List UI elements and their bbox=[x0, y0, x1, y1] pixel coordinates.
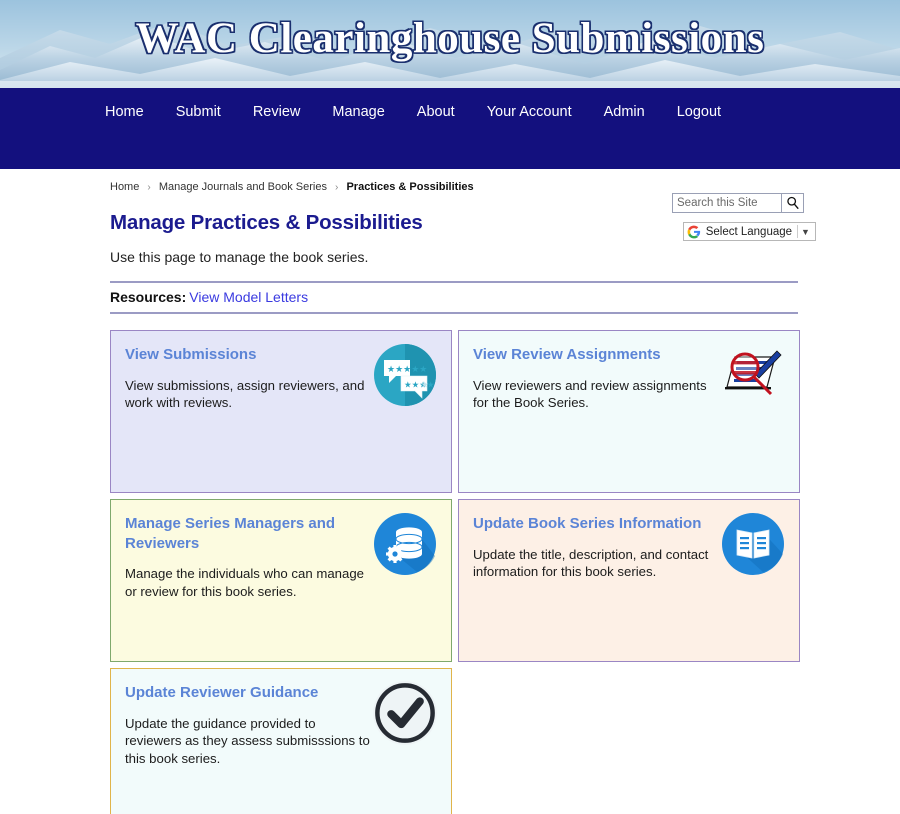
card-description: Update the guidance provided to reviewer… bbox=[125, 715, 370, 767]
search-button[interactable] bbox=[782, 193, 804, 213]
svg-text:★★★★★: ★★★★★ bbox=[387, 365, 427, 375]
card-view-submissions[interactable]: View Submissions View submissions, assig… bbox=[110, 330, 452, 493]
site-search bbox=[672, 193, 804, 213]
card-description: View reviewers and review assignments fo… bbox=[473, 377, 707, 411]
card-view-review-assignments[interactable]: View Review Assignments View reviewers a… bbox=[458, 330, 800, 493]
nav-item-admin[interactable]: Admin bbox=[588, 104, 661, 120]
main-navigation-bar: Home Submit Review Manage About Your Acc… bbox=[0, 88, 900, 241]
card-title: Update Reviewer Guidance bbox=[125, 684, 319, 701]
page-content: Home › Manage Journals and Book Series ›… bbox=[0, 181, 900, 814]
open-book-icon bbox=[722, 513, 784, 575]
nav-item-submit[interactable]: Submit bbox=[160, 104, 237, 120]
svg-text:★★★★: ★★★★ bbox=[404, 381, 435, 391]
language-select[interactable]: Select Language ▼ bbox=[682, 222, 816, 241]
breadcrumb-separator: › bbox=[335, 182, 339, 193]
svg-text:★: ★ bbox=[421, 381, 429, 391]
nav-item-logout[interactable]: Logout bbox=[661, 104, 737, 120]
nav-links: Home Submit Review Manage About Your Acc… bbox=[105, 88, 737, 136]
card-update-book-series-information[interactable]: Update Book Series Information Update th… bbox=[458, 499, 800, 662]
breadcrumb-item-home[interactable]: Home bbox=[110, 181, 139, 193]
resources-label: Resources: bbox=[110, 289, 187, 305]
site-banner: WAC Clearinghouse Submissions bbox=[0, 0, 900, 88]
card-description: View submissions, assign reviewers, and … bbox=[125, 377, 365, 411]
card-title: View Submissions bbox=[125, 346, 257, 363]
nav-item-your-account[interactable]: Your Account bbox=[471, 104, 588, 120]
nav-item-home[interactable]: Home bbox=[105, 104, 160, 120]
translate-label: Translate: bbox=[620, 224, 677, 239]
nav-item-manage[interactable]: Manage bbox=[316, 104, 400, 120]
search-icon bbox=[786, 196, 799, 210]
card-title: Update Book Series Information bbox=[473, 515, 702, 532]
resources-bar: Resources: View Model Letters bbox=[110, 281, 798, 314]
nav-item-about[interactable]: About bbox=[401, 104, 471, 120]
breadcrumb-item-current: Practices & Possibilities bbox=[346, 181, 474, 193]
banner-title: WAC Clearinghouse Submissions bbox=[135, 15, 765, 62]
nav-item-review[interactable]: Review bbox=[237, 104, 317, 120]
card-title: Manage Series Managers and Reviewers bbox=[125, 515, 336, 552]
magnifier-document-review-icon bbox=[725, 350, 782, 396]
speech-bubbles-rating-icon: ★★★★★ ★★★★ ★ bbox=[374, 344, 436, 406]
database-gear-icon bbox=[374, 513, 436, 575]
chevron-down-icon[interactable]: ▼ bbox=[798, 227, 813, 237]
page-intro-text: Use this page to manage the book series. bbox=[110, 249, 369, 265]
card-description: Update the title, description, and conta… bbox=[473, 546, 709, 580]
card-description: Manage the individuals who can manage or… bbox=[125, 566, 364, 599]
search-input[interactable] bbox=[672, 193, 782, 213]
card-title: View Review Assignments bbox=[473, 346, 661, 363]
check-circle-icon bbox=[373, 681, 437, 745]
breadcrumb-item-manage-journals[interactable]: Manage Journals and Book Series bbox=[159, 181, 327, 193]
language-select-value: Select Language bbox=[705, 225, 793, 238]
google-icon bbox=[687, 225, 700, 238]
action-card-grid: View Submissions View submissions, assig… bbox=[110, 330, 800, 814]
card-manage-series-managers-and-reviewers[interactable]: Manage Series Managers and Reviewers Man… bbox=[110, 499, 452, 662]
view-model-letters-link[interactable]: View Model Letters bbox=[189, 289, 308, 305]
card-update-reviewer-guidance[interactable]: Update Reviewer Guidance Update the guid… bbox=[110, 668, 452, 814]
translate-widget: Translate: Select Language ▼ bbox=[620, 222, 816, 241]
breadcrumb: Home › Manage Journals and Book Series ›… bbox=[110, 181, 900, 193]
breadcrumb-separator: › bbox=[147, 182, 151, 193]
